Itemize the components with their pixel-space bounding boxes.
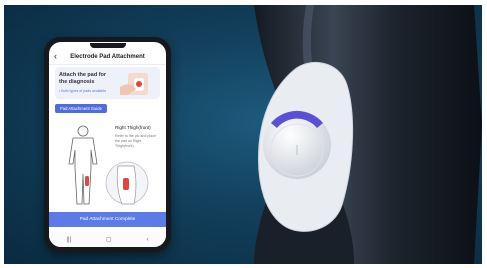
step-label: Right Thigh(front) <box>115 125 151 130</box>
thigh-zoom-illustration <box>105 161 149 205</box>
instruction-banner: Attach the pad for the diagnosis • Both … <box>55 67 160 99</box>
product-scene: ‹ Electrode Pad Attachment Attach the pa… <box>4 5 482 264</box>
app-screen: ‹ Electrode Pad Attachment Attach the pa… <box>49 42 166 247</box>
back-icon[interactable]: ‹ <box>147 237 149 243</box>
phone-mockup: ‹ Electrode Pad Attachment Attach the pa… <box>44 37 171 252</box>
banner-note: • Both types of pads available <box>59 89 107 93</box>
banner-title: Attach the pad for the diagnosis <box>59 72 107 85</box>
page-title: Electrode Pad Attachment <box>70 54 145 60</box>
system-nav-bar: ||| ▢ ‹ <box>49 232 166 247</box>
body-diagram <box>68 125 98 205</box>
app-header: ‹ Electrode Pad Attachment <box>49 50 166 65</box>
phone-notch <box>89 43 126 48</box>
recents-icon[interactable]: ||| <box>66 237 71 243</box>
step-description: Refer to the pic and place the pad on Ri… <box>115 134 156 148</box>
pad-attachment-guide-button[interactable]: Pad Attachment Guide <box>55 104 107 113</box>
hand-pad-illustration <box>120 73 148 95</box>
pad-attachment-complete-button[interactable]: Pad Attachment Complete <box>49 212 166 227</box>
home-icon[interactable]: ▢ <box>106 237 112 243</box>
chevron-left-icon[interactable]: ‹ <box>54 51 57 62</box>
